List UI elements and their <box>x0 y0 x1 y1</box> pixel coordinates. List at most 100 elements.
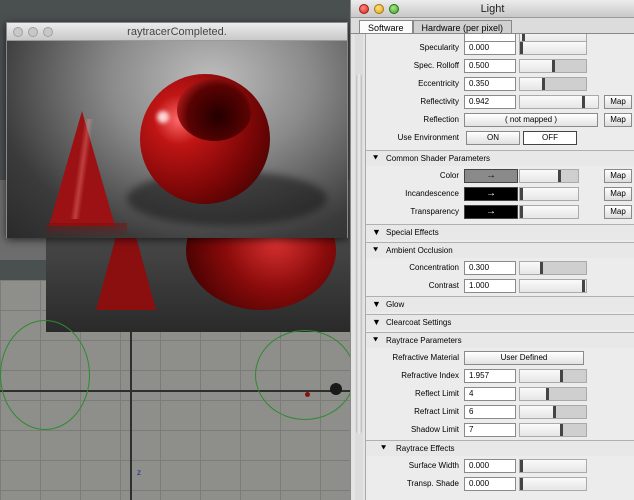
section-special-effects[interactable]: ▼ Special Effects <box>366 224 634 240</box>
concentration-field[interactable]: 0.300 <box>464 261 516 275</box>
row-surface-width: Surface Width 0.000 <box>366 458 634 474</box>
glow-header: Glow <box>386 300 405 309</box>
eccentricity-field[interactable]: 0.350 <box>464 77 516 91</box>
row-refractive-material: Refractive Material User Defined <box>366 350 634 366</box>
collapse-arrow-icon[interactable]: ⯆ <box>380 443 387 454</box>
raytrace-effects-header: Raytrace Effects <box>396 444 455 453</box>
expand-arrow-icon[interactable]: ▼ <box>372 317 381 327</box>
collapse-arrow-icon[interactable]: ⯆ <box>372 153 379 164</box>
tab-hardware[interactable]: Hardware (per pixel) <box>412 20 513 33</box>
reflection-mapped-field[interactable]: ( not mapped ) <box>464 113 598 127</box>
reflectivity-map-button[interactable]: Map <box>604 95 632 109</box>
attribute-panel[interactable]: Light Software Hardware (per pixel) Spec… <box>350 0 634 500</box>
color-map-button[interactable]: Map <box>604 169 632 183</box>
clearcoat-header: Clearcoat Settings <box>386 318 452 327</box>
section-raytrace-parameters[interactable]: ⯆ Raytrace Parameters <box>366 332 634 348</box>
section-glow[interactable]: ▼ Glow <box>366 296 634 312</box>
transp-shade-field[interactable]: 0.000 <box>464 477 516 491</box>
reflect-limit-field[interactable]: 4 <box>464 387 516 401</box>
reflection-label: Reflection <box>423 115 459 124</box>
use-environment-off-button[interactable]: OFF <box>523 131 577 145</box>
section-common-shader[interactable]: ⯆ Common Shader Parameters <box>366 150 634 166</box>
reflectivity-label: Reflectivity <box>420 97 459 106</box>
wire-ring-left <box>0 320 90 430</box>
row-reflectivity: Reflectivity 0.942 Map <box>366 94 634 110</box>
row-refractive-index: Refractive Index 1.957 <box>366 368 634 384</box>
transparency-slider[interactable] <box>519 205 579 219</box>
shadow-limit-slider[interactable] <box>519 423 587 437</box>
refract-limit-slider[interactable] <box>519 405 587 419</box>
light-gizmo[interactable] <box>330 383 342 395</box>
surface-width-field[interactable]: 0.000 <box>464 459 516 473</box>
surface-width-slider[interactable] <box>519 459 587 473</box>
row-eccentricity: Eccentricity 0.350 <box>366 76 634 92</box>
transp-shade-slider[interactable] <box>519 477 587 491</box>
refract-limit-field[interactable]: 6 <box>464 405 516 419</box>
section-raytrace-effects[interactable]: ⯆ Raytrace Effects <box>366 440 634 456</box>
surface-width-label: Surface Width <box>408 461 459 470</box>
contrast-slider[interactable] <box>519 279 587 293</box>
panel-title: Light <box>480 3 505 15</box>
tab-software[interactable]: Software <box>359 20 413 33</box>
row-specularity: Specularity 0.000 <box>366 40 634 56</box>
spec-rolloff-slider[interactable] <box>519 59 587 73</box>
contrast-field[interactable]: 1.000 <box>464 279 516 293</box>
specularity-label: Specularity <box>419 43 459 52</box>
refractive-material-dropdown[interactable]: User Defined <box>464 351 584 365</box>
row-color: Color → Map <box>366 168 634 184</box>
expand-arrow-icon[interactable]: ▼ <box>372 299 381 309</box>
render-window-title: raytracerCompleted. <box>127 26 227 38</box>
expand-arrow-icon[interactable]: ▼ <box>372 227 381 237</box>
render-window[interactable]: raytracerCompleted. <box>6 22 348 238</box>
special-effects-header: Special Effects <box>386 228 439 237</box>
specularity-slider[interactable] <box>519 41 587 55</box>
spec-rolloff-field[interactable]: 0.500 <box>464 59 516 73</box>
specular-highlight <box>157 111 169 123</box>
use-environment-label: Use Environment <box>397 133 459 142</box>
reflectivity-field[interactable]: 0.942 <box>464 95 516 109</box>
scrollbar[interactable] <box>355 34 363 500</box>
reflect-limit-slider[interactable] <box>519 387 587 401</box>
specularity-field[interactable]: 0.000 <box>464 41 516 55</box>
common-shader-header: Common Shader Parameters <box>386 154 491 163</box>
eccentricity-slider[interactable] <box>519 77 587 91</box>
panel-body: Specularity 0.000 Spec. Rolloff 0.500 Ec… <box>365 34 634 500</box>
reflectivity-slider[interactable] <box>519 95 599 109</box>
row-transp-shade: Transp. Shade 0.000 <box>366 476 634 492</box>
refractive-index-label: Refractive Index <box>401 371 459 380</box>
section-ambient-occlusion[interactable]: ⯆ Ambient Occlusion <box>366 242 634 258</box>
reflection-map-button[interactable]: Map <box>604 113 632 127</box>
concentration-slider[interactable] <box>519 261 587 275</box>
concentration-label: Concentration <box>409 263 459 272</box>
transparency-map-button[interactable]: Map <box>604 205 632 219</box>
row-spec-rolloff: Spec. Rolloff 0.500 <box>366 58 634 74</box>
scroll-thumb[interactable] <box>356 74 362 434</box>
incandescence-map-button[interactable]: Map <box>604 187 632 201</box>
panel-titlebar[interactable]: Light <box>351 0 634 18</box>
refract-limit-label: Refract Limit <box>414 407 459 416</box>
row-reflect-limit: Reflect Limit 4 <box>366 386 634 402</box>
contrast-label: Contrast <box>428 281 459 290</box>
refractive-material-label: Refractive Material <box>392 353 459 362</box>
color-slider[interactable] <box>519 169 579 183</box>
shadow-limit-field[interactable]: 7 <box>464 423 516 437</box>
row-refract-limit: Refract Limit 6 <box>366 404 634 420</box>
collapse-arrow-icon[interactable]: ⯆ <box>372 335 379 346</box>
sphere-opening <box>177 79 252 141</box>
color-swatch[interactable]: → <box>464 169 518 183</box>
refractive-index-field[interactable]: 1.957 <box>464 369 516 383</box>
transparency-swatch[interactable]: → <box>464 205 518 219</box>
incandescence-slider[interactable] <box>519 187 579 201</box>
pivot-marker <box>305 392 310 397</box>
use-environment-on-button[interactable]: ON <box>466 131 520 145</box>
row-incandescence: Incandescence → Map <box>366 186 634 202</box>
incandescence-label: Incandescence <box>405 189 459 198</box>
floor-reflection <box>47 223 127 238</box>
ambient-occlusion-header: Ambient Occlusion <box>386 246 453 255</box>
section-clearcoat[interactable]: ▼ Clearcoat Settings <box>366 314 634 330</box>
refractive-index-slider[interactable] <box>519 369 587 383</box>
incandescence-swatch[interactable]: → <box>464 187 518 201</box>
collapse-arrow-icon[interactable]: ⯆ <box>372 245 379 256</box>
reflect-limit-label: Reflect Limit <box>414 389 459 398</box>
render-titlebar[interactable]: raytracerCompleted. <box>7 23 347 41</box>
